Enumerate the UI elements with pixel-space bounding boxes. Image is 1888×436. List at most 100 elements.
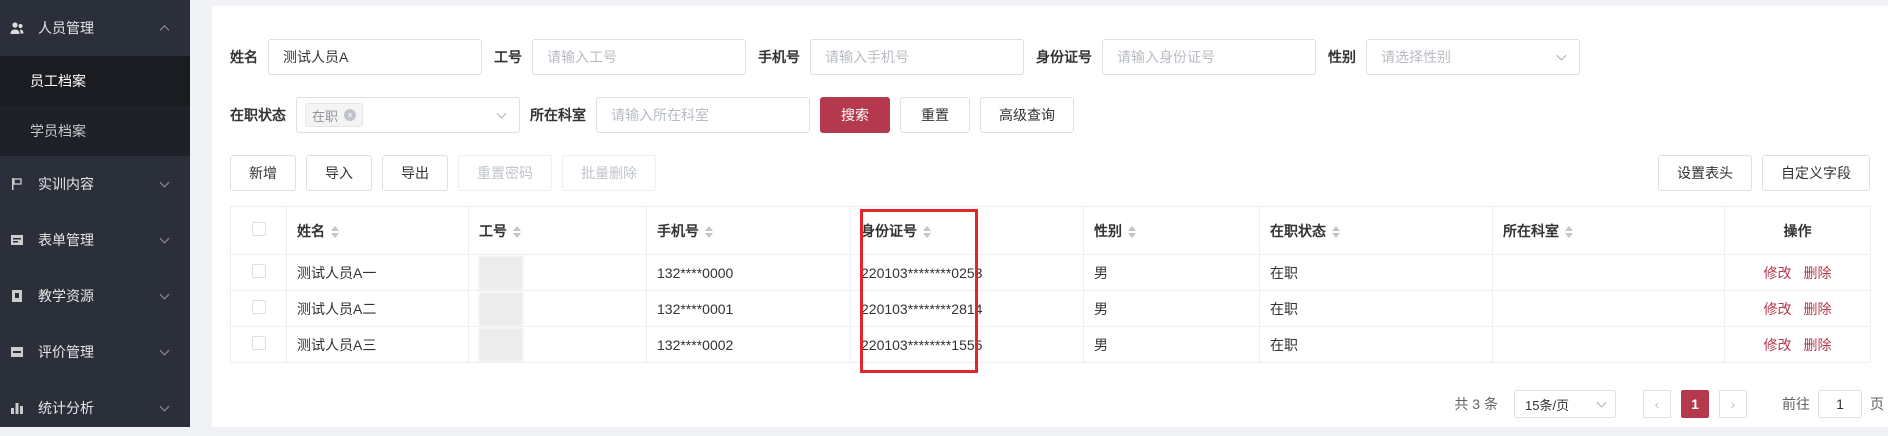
chevron-down-icon	[496, 108, 507, 119]
dept-input[interactable]: 请输入所在科室	[596, 97, 810, 133]
col-header-idcard[interactable]: 身份证号	[850, 206, 1084, 255]
sort-icon[interactable]	[1565, 225, 1573, 238]
id-label: 工号	[494, 49, 522, 65]
menu-group-evaluation[interactable]: 评价管理	[0, 324, 190, 380]
status-select[interactable]: 在职 ×	[296, 97, 520, 133]
cell-status: 在职	[1259, 326, 1493, 363]
status-tag-label: 在职	[312, 108, 339, 124]
col-header-id[interactable]: 工号	[468, 206, 647, 255]
cell-actions: 修改 删除	[1724, 254, 1871, 291]
table-header-row: 姓名 工号 手机号 身份证号 性别 在职状态 所在科室 操作	[230, 206, 1871, 255]
name-input[interactable]: 测试人员A	[268, 39, 482, 75]
book-icon	[10, 289, 24, 303]
main-content: 姓名 测试人员A 工号 请输入工号 手机号 请输入手机号 身份证号 请输入身份证…	[212, 6, 1888, 427]
chevron-down-icon	[1596, 397, 1607, 408]
submenu-label: 员工档案	[30, 73, 86, 89]
edit-link[interactable]: 修改	[1764, 337, 1792, 353]
sort-icon[interactable]	[705, 225, 713, 238]
set-header-button[interactable]: 设置表头	[1658, 155, 1752, 191]
row-select-cell	[230, 254, 287, 291]
row-checkbox[interactable]	[251, 300, 266, 314]
pagination: 共 3 条 15条/页 ‹ 1 › 前往 1 页	[1454, 390, 1884, 418]
sort-icon[interactable]	[331, 225, 339, 238]
cell-name: 测试人员A二	[286, 290, 469, 327]
cell-name: 测试人员A三	[286, 326, 469, 363]
batch-delete-button[interactable]: 批量删除	[562, 155, 656, 191]
cell-dept	[1492, 326, 1725, 363]
search-button[interactable]: 搜索	[820, 97, 890, 133]
table-row: 测试人员A一 132****0000 220103********0253 男 …	[230, 254, 1871, 291]
sidebar: 人员管理 员工档案 学员档案 实训内容 表单管理 教学资源 评价管理 统计分析	[0, 0, 190, 427]
idcard-input[interactable]: 请输入身份证号	[1102, 39, 1316, 75]
submenu-label: 学员档案	[30, 123, 86, 139]
advanced-search-button[interactable]: 高级查询	[980, 97, 1074, 133]
cell-idcard: 220103********2814	[850, 290, 1084, 327]
next-page-button[interactable]: ›	[1719, 390, 1747, 418]
row-select-cell	[230, 290, 287, 327]
menu-label: 统计分析	[38, 400, 94, 416]
custom-fields-button[interactable]: 自定义字段	[1762, 155, 1870, 191]
row-checkbox[interactable]	[251, 336, 266, 350]
submenu: 员工档案 学员档案	[0, 56, 190, 156]
col-header-gender[interactable]: 性别	[1083, 206, 1260, 255]
cell-phone: 132****0000	[646, 254, 851, 291]
close-icon[interactable]: ×	[344, 109, 357, 121]
cell-status: 在职	[1259, 254, 1493, 291]
cell-gender: 男	[1083, 326, 1260, 363]
sort-icon[interactable]	[923, 225, 931, 238]
bar-chart-icon	[10, 401, 24, 415]
import-button[interactable]: 导入	[306, 155, 372, 191]
gender-select[interactable]: 请选择性别	[1366, 39, 1580, 75]
edit-link[interactable]: 修改	[1764, 265, 1792, 281]
sort-icon[interactable]	[513, 225, 521, 238]
table-row: 测试人员A三 132****0002 220103********1555 男 …	[230, 326, 1871, 363]
sort-icon[interactable]	[1332, 225, 1340, 238]
page-size-select[interactable]: 15条/页	[1514, 390, 1616, 418]
menu-group-statistics[interactable]: 统计分析	[0, 380, 190, 436]
cell-id	[468, 290, 647, 327]
menu-group-personnel[interactable]: 人员管理	[0, 0, 190, 56]
delete-link[interactable]: 删除	[1804, 337, 1832, 353]
col-header-dept[interactable]: 所在科室	[1492, 206, 1725, 255]
cell-gender: 男	[1083, 290, 1260, 327]
col-header-name[interactable]: 姓名	[286, 206, 469, 255]
select-all-checkbox[interactable]	[251, 222, 266, 236]
goto-page-input[interactable]: 1	[1818, 390, 1862, 418]
page-size-value: 15条/页	[1525, 397, 1570, 413]
submenu-item-student-files[interactable]: 学员档案	[0, 106, 190, 156]
menu-group-resources[interactable]: 教学资源	[0, 268, 190, 324]
id-input[interactable]: 请输入工号	[532, 39, 746, 75]
reset-password-button[interactable]: 重置密码	[458, 155, 552, 191]
gender-placeholder: 请选择性别	[1381, 49, 1451, 65]
phone-input[interactable]: 请输入手机号	[810, 39, 1024, 75]
table-row: 测试人员A二 132****0001 220103********2814 男 …	[230, 290, 1871, 327]
idcard-label: 身份证号	[1036, 49, 1092, 65]
header-label: 姓名	[297, 222, 325, 239]
phone-label: 手机号	[758, 49, 800, 65]
row-checkbox[interactable]	[251, 264, 266, 278]
submenu-item-staff-files[interactable]: 员工档案	[0, 56, 190, 106]
chevron-down-icon	[1556, 50, 1567, 61]
col-header-phone[interactable]: 手机号	[646, 206, 851, 255]
add-button[interactable]: 新增	[230, 155, 296, 191]
menu-label: 人员管理	[38, 20, 94, 36]
export-button[interactable]: 导出	[382, 155, 448, 191]
edit-link[interactable]: 修改	[1764, 301, 1792, 317]
reset-button[interactable]: 重置	[900, 97, 970, 133]
redacted-id	[479, 255, 523, 290]
sort-icon[interactable]	[1128, 225, 1136, 238]
menu-label: 评价管理	[38, 344, 94, 360]
chevron-down-icon	[159, 345, 170, 356]
menu-group-forms[interactable]: 表单管理	[0, 212, 190, 268]
page-number-current[interactable]: 1	[1681, 390, 1709, 418]
delete-link[interactable]: 删除	[1804, 301, 1832, 317]
name-label: 姓名	[230, 49, 258, 65]
prev-page-button[interactable]: ‹	[1643, 390, 1671, 418]
cell-idcard: 220103********1555	[850, 326, 1084, 363]
menu-group-training[interactable]: 实训内容	[0, 156, 190, 212]
col-header-actions: 操作	[1724, 206, 1871, 255]
col-header-status[interactable]: 在职状态	[1259, 206, 1493, 255]
delete-link[interactable]: 删除	[1804, 265, 1832, 281]
cell-dept	[1492, 290, 1725, 327]
select-all-cell	[230, 206, 287, 255]
